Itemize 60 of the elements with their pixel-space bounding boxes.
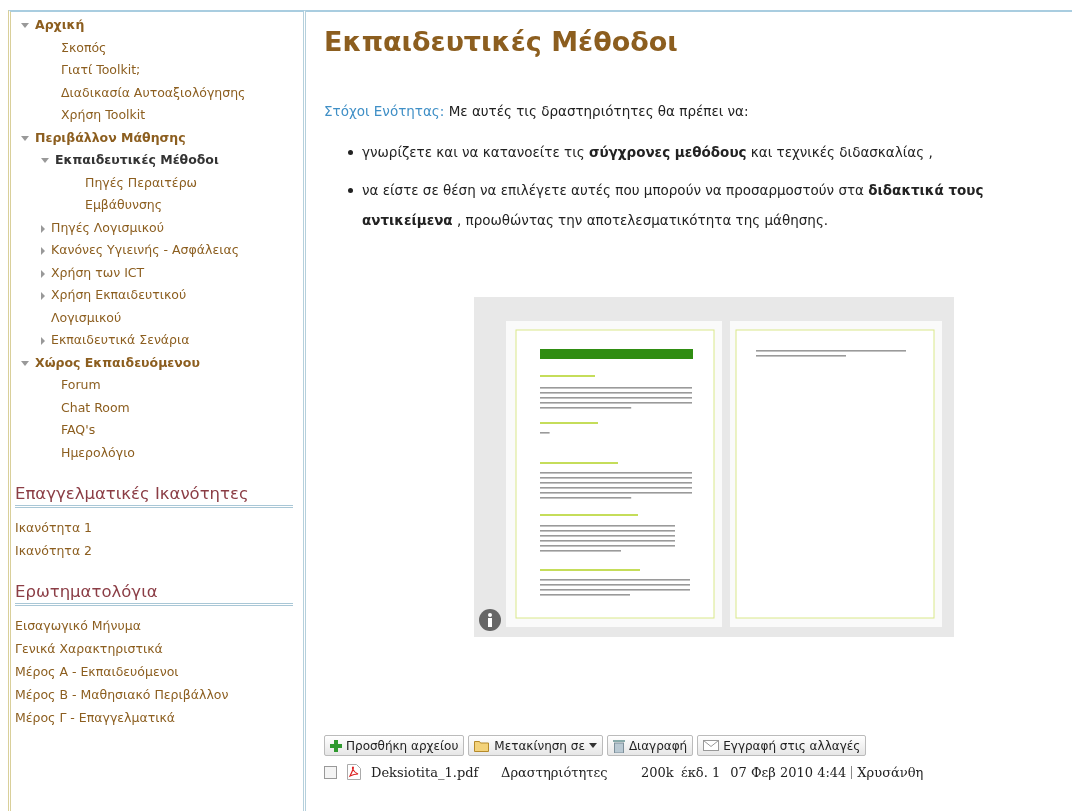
nav-link[interactable]: Εκπαιδευτικές Μέθοδοι (55, 149, 219, 172)
expand-arrow-icon[interactable] (41, 247, 45, 255)
nav-link[interactable]: Κανόνες Υγιεινής - Ασφάλειας (51, 239, 239, 262)
bullet-text: να είστε σε θέση να επιλέγετε αυτές που μπορούν να προσαρμοστούν στα διδακτικά τους αντικείμενα , προωθώντας την αποτελεσματικότητα της μάθησης. (362, 181, 985, 230)
bullet-text: γνωρίζετε και να κατανοείτε τις σύγχρονες μεθόδους και τεχνικές διδασκαλίας , (362, 143, 933, 162)
caret-icon (588, 743, 597, 748)
nav-link[interactable]: Εισαγωγικό Μήνυμα (15, 614, 293, 637)
nav-link[interactable]: Μέρος Α - Εκπαιδευόμενοι (15, 660, 293, 683)
bullet-icon (348, 188, 353, 193)
nav-link[interactable]: Χρήση των ICT (51, 261, 145, 284)
nav-link[interactable]: Περιβάλλον Μάθησης (35, 126, 186, 149)
nav-link[interactable]: Ικανότητα 1 (15, 516, 293, 539)
toolbar-button[interactable]: Εγγραφή στις αλλαγές (697, 735, 867, 756)
nav-link[interactable]: Μέρος Γ - Επαγγελματικά (15, 706, 293, 729)
nav-link[interactable]: Διαδικασία Αυτοαξιολόγησης (61, 81, 246, 104)
nav-link[interactable]: Πηγές Περαιτέρω Εμβάθυνσης (85, 171, 225, 217)
nav-link[interactable]: Χρήση Toolkit (61, 104, 146, 127)
expand-arrow-icon[interactable] (41, 337, 45, 345)
envelope-icon (703, 740, 720, 751)
expand-arrow-icon[interactable] (41, 158, 49, 163)
expand-arrow-icon[interactable] (21, 360, 29, 366)
toolbar-button[interactable]: Διαγραφή (606, 735, 694, 756)
info-icon[interactable] (479, 609, 501, 631)
nav-link[interactable]: Σκοπός (61, 36, 107, 59)
trash-icon (612, 738, 625, 753)
expand-arrow-icon[interactable] (21, 23, 29, 28)
nav-link[interactable]: Χρήση Εκπαιδευτικού Λογισμικού (51, 284, 246, 329)
folder-name: Δραστηριότητες (501, 764, 609, 780)
section-heading: Ερωτηματολόγια (15, 582, 293, 606)
folder-icon (474, 739, 491, 752)
nav-link[interactable]: Γενικά Χαρακτηριστικά (15, 637, 293, 660)
page-title: Εκπαιδευτικές Μέθοδοι (324, 26, 679, 57)
nav-link[interactable]: FAQ's (61, 419, 96, 442)
nav-link[interactable]: Ημερολόγιο (61, 441, 135, 464)
toolbar-button[interactable]: Μετακίνηση σε (468, 735, 603, 756)
pdf-file-icon (347, 764, 361, 780)
nav-link[interactable]: Χώρος Εκπαιδευόμενου (35, 351, 200, 374)
nav-link[interactable]: Πηγές Λογισμικού (51, 216, 164, 239)
nav-link[interactable]: Εκπαιδευτικά Σενάρια (51, 329, 190, 352)
checkbox[interactable] (324, 765, 337, 779)
expand-arrow-icon[interactable] (41, 224, 45, 233)
file-link[interactable]: Deksiotita_1.pdf (371, 764, 491, 780)
nav-link[interactable]: Chat Room (61, 396, 130, 419)
file-author: Χρυσάνθη (857, 764, 924, 780)
bullet-icon (348, 150, 353, 155)
plus-icon (330, 739, 342, 752)
objectives-label: Στόχοι Ενότητας: (324, 103, 445, 119)
nav-link[interactable]: Ικανότητα 2 (15, 539, 293, 562)
nav-link[interactable]: Μέρος Β - Μαθησιακό Περιβάλλον (15, 683, 293, 706)
file-date: 07 Φεβ 2010 4:44 (730, 764, 847, 780)
expand-arrow-icon[interactable] (41, 269, 45, 278)
toolbar-button[interactable]: Προσθήκη αρχείου (324, 735, 465, 756)
file-version: έκδ. 1 (681, 764, 721, 780)
section-heading: Επαγγελματικές Ικανότητες (15, 484, 293, 508)
objectives-text: Με αυτές τις δραστηριότητες θα πρέπει να: (448, 103, 749, 119)
expand-arrow-icon[interactable] (21, 135, 29, 141)
expand-arrow-icon[interactable] (41, 292, 45, 300)
nav-link[interactable]: Αρχική (35, 14, 85, 37)
nav-link[interactable]: Forum (61, 374, 101, 397)
nav-link[interactable]: Γιατί Toolkit; (61, 59, 141, 82)
